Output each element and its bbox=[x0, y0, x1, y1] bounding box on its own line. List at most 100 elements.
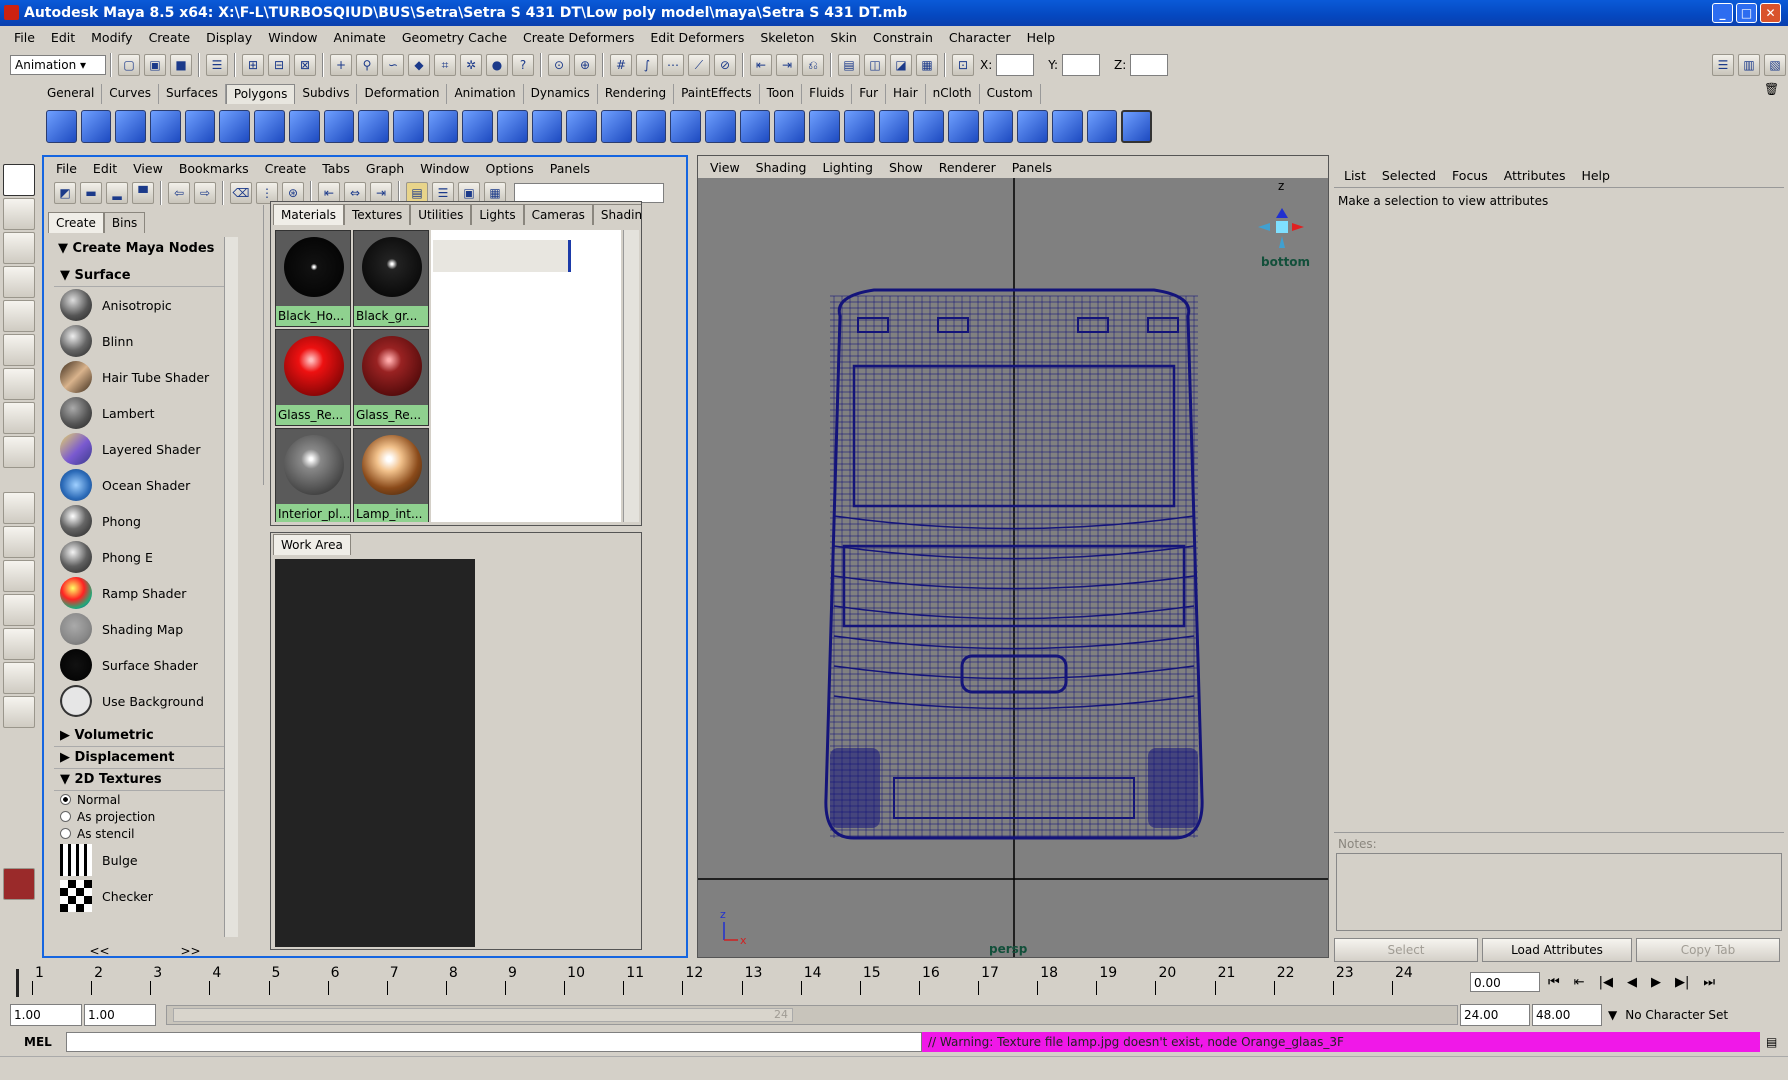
shelf-tab-hair[interactable]: Hair bbox=[886, 83, 926, 104]
shelf-tab-subdivs[interactable]: Subdivs bbox=[295, 83, 358, 104]
surface-node-ramp-shader[interactable]: Ramp Shader bbox=[54, 575, 232, 611]
poly-pipe-icon[interactable] bbox=[288, 109, 320, 143]
render-view-icon[interactable]: ▤ bbox=[838, 54, 860, 76]
planar-mapping-icon[interactable] bbox=[809, 109, 840, 143]
hs-show-top-tabs-icon[interactable]: ▬ bbox=[80, 182, 102, 204]
material-swatch[interactable]: Black_gr... bbox=[353, 230, 429, 327]
construction-history-icon[interactable]: ⎌ bbox=[802, 54, 824, 76]
shelf-tab-toon[interactable]: Toon bbox=[760, 83, 803, 104]
render-mask-icon[interactable]: ● bbox=[486, 54, 508, 76]
four-view-layout-icon[interactable] bbox=[3, 526, 35, 558]
timeline-frame-1[interactable]: 1 bbox=[35, 965, 44, 981]
show-attr-editor-icon[interactable]: ▥ bbox=[1738, 54, 1760, 76]
menu-character[interactable]: Character bbox=[941, 30, 1019, 45]
hs-show-bottom-tabs-icon[interactable]: ▂ bbox=[106, 182, 128, 204]
hs-menu-window[interactable]: Window bbox=[412, 161, 477, 176]
timeline-frame-15[interactable]: 15 bbox=[863, 965, 881, 981]
timeline-frame-5[interactable]: 5 bbox=[272, 965, 281, 981]
node-list-scrollbar[interactable] bbox=[224, 237, 238, 937]
view-cube[interactable]: z bottom bbox=[1258, 179, 1310, 269]
hs-menu-create[interactable]: Create bbox=[257, 161, 315, 176]
range-handle[interactable]: 24 bbox=[173, 1008, 793, 1022]
shelf-tab-surfaces[interactable]: Surfaces bbox=[159, 83, 226, 104]
deform-mask-icon[interactable]: ⌗ bbox=[434, 54, 456, 76]
menu-edit[interactable]: Edit bbox=[43, 30, 83, 45]
hs-show-both-tabs-icon[interactable]: ▀ bbox=[132, 182, 154, 204]
timeline-frame-17[interactable]: 17 bbox=[981, 965, 999, 981]
checker-node-button[interactable]: Checker bbox=[54, 878, 232, 914]
make-live-icon[interactable]: ⊘ bbox=[714, 54, 736, 76]
sculpt-geometry-icon[interactable] bbox=[947, 109, 979, 143]
work-area-canvas[interactable] bbox=[275, 559, 475, 947]
displacement-section-header[interactable]: ▶ Displacement bbox=[54, 747, 232, 769]
volumetric-section-header[interactable]: ▶ Volumetric bbox=[54, 725, 232, 747]
shelf-tab-fur[interactable]: Fur bbox=[852, 83, 887, 104]
spherical-mapping-icon[interactable] bbox=[878, 109, 910, 143]
bevel-icon[interactable] bbox=[739, 109, 771, 143]
input-field-mode-icon[interactable]: ⊡ bbox=[952, 54, 974, 76]
top-tab-scrollbar[interactable] bbox=[623, 230, 639, 522]
timeline-frame-8[interactable]: 8 bbox=[449, 965, 458, 981]
ae-menu-selected[interactable]: Selected bbox=[1374, 168, 1444, 183]
surface-node-hair-tube-shader[interactable]: Hair Tube Shader bbox=[54, 359, 232, 395]
notes-field[interactable] bbox=[1336, 853, 1782, 931]
surface-node-phong-e[interactable]: Phong E bbox=[54, 539, 232, 575]
hs-tab-textures[interactable]: Textures bbox=[344, 203, 411, 225]
select-button[interactable]: Select bbox=[1334, 938, 1478, 962]
hs-tab-bins[interactable]: Bins bbox=[103, 211, 146, 233]
timeline-frame-20[interactable]: 20 bbox=[1158, 965, 1176, 981]
surface-node-blinn[interactable]: Blinn bbox=[54, 323, 232, 359]
mel-label[interactable]: MEL bbox=[0, 1035, 60, 1049]
menu-modify[interactable]: Modify bbox=[83, 30, 140, 45]
soft-modification-icon[interactable] bbox=[3, 402, 35, 434]
hs-tab-lights[interactable]: Lights bbox=[471, 203, 524, 225]
selection-mode-icon[interactable]: ☰ bbox=[206, 54, 228, 76]
surface-node-use-background[interactable]: Use Background bbox=[54, 683, 232, 719]
menu-skin[interactable]: Skin bbox=[822, 30, 865, 45]
hs-menu-options[interactable]: Options bbox=[478, 161, 542, 176]
new-scene-icon[interactable]: ▢ bbox=[118, 54, 140, 76]
y-field[interactable] bbox=[1062, 54, 1101, 76]
smooth-icon[interactable] bbox=[462, 109, 493, 143]
range-bar[interactable]: 24 bbox=[166, 1005, 1458, 1025]
go-to-start-button[interactable]: ⏮ bbox=[1548, 975, 1560, 990]
menu-file[interactable]: File bbox=[6, 30, 43, 45]
misc-mask-icon[interactable]: ? bbox=[512, 54, 534, 76]
shelf-tab-deformation[interactable]: Deformation bbox=[357, 83, 448, 104]
layout-menu-icon[interactable] bbox=[3, 696, 35, 728]
hypershade-layout-icon[interactable] bbox=[3, 628, 35, 660]
shelf-tab-polygons[interactable]: Polygons bbox=[225, 83, 296, 104]
material-swatch[interactable]: Black_Ho... bbox=[275, 230, 351, 327]
surface-node-shading-map[interactable]: Shading Map bbox=[54, 611, 232, 647]
playback-end-field[interactable]: 24.00 bbox=[1460, 1004, 1530, 1026]
texture-mode-normal[interactable]: Normal bbox=[54, 791, 232, 808]
surface-node-layered-shader[interactable]: Layered Shader bbox=[54, 431, 232, 467]
hs-toggle-create-bar-icon[interactable]: ◩ bbox=[54, 182, 76, 204]
single-perspective-layout-icon[interactable] bbox=[3, 492, 35, 524]
shelf-tab-dynamics[interactable]: Dynamics bbox=[524, 83, 598, 104]
shelf-tab-custom[interactable]: Custom bbox=[980, 83, 1041, 104]
hs-menu-bookmarks[interactable]: Bookmarks bbox=[171, 161, 257, 176]
hs-tab-materials[interactable]: Materials bbox=[273, 203, 345, 225]
time-slider[interactable]: 1 2 3 4 5 6 7 8 9 10 11 12 13 14 15 16 17 18 19 20 21 22 23 24 bbox=[10, 965, 1460, 999]
extrude-icon[interactable] bbox=[531, 109, 563, 143]
custom-layout-icon[interactable] bbox=[3, 662, 35, 694]
save-scene-icon[interactable]: ■ bbox=[170, 54, 192, 76]
playback-start-field[interactable]: 1.00 bbox=[84, 1004, 156, 1026]
menu-help[interactable]: Help bbox=[1019, 30, 1064, 45]
step-forward-frame-button[interactable]: ▶| bbox=[1675, 975, 1689, 990]
surface-mask-icon[interactable]: ◆ bbox=[408, 54, 430, 76]
show-manipulator-icon[interactable] bbox=[3, 436, 35, 468]
timeline-frame-13[interactable]: 13 bbox=[745, 965, 763, 981]
poly-cylinder-icon[interactable] bbox=[115, 109, 147, 143]
shelf-tab-general[interactable]: General bbox=[40, 83, 103, 104]
hs-tab-cameras[interactable]: Cameras bbox=[523, 203, 593, 225]
bridge-icon[interactable] bbox=[566, 109, 597, 143]
poly-prism-icon[interactable] bbox=[254, 109, 285, 143]
step-back-key-button[interactable]: ⇤ bbox=[1574, 975, 1585, 990]
timeline-frame-19[interactable]: 19 bbox=[1099, 965, 1117, 981]
timeline-frame-16[interactable]: 16 bbox=[922, 965, 940, 981]
timeline-frame-24[interactable]: 24 bbox=[1395, 965, 1413, 981]
select-component-icon[interactable]: ⊠ bbox=[294, 54, 316, 76]
shelf-tab-animation[interactable]: Animation bbox=[447, 83, 524, 104]
